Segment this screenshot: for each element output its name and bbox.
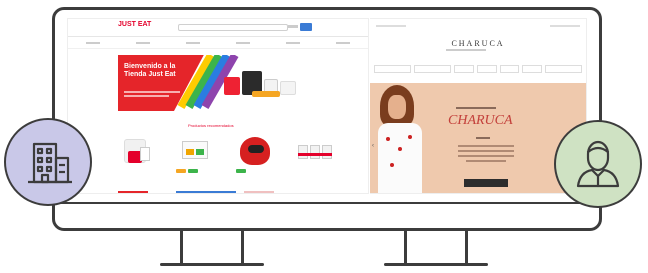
store-screen: JUST EAT Bienvenido a la Tienda Just Eat [67,18,369,194]
left-monitor-stand [180,231,244,265]
nav-item[interactable] [477,65,497,73]
nav-item[interactable] [336,41,350,44]
nav-item[interactable] [86,41,100,44]
hero-products-image [222,67,300,101]
store-logo[interactable]: JUST EAT [118,21,151,28]
product-card[interactable] [118,133,166,177]
nav-item[interactable] [186,41,200,44]
section-title: Productos recomendados [188,123,234,128]
brand-tagline [446,49,486,51]
product-card[interactable] [176,133,224,177]
right-monitor-foot [384,263,488,266]
store-header: JUST EAT [68,19,368,37]
product-grid [118,133,358,183]
nav-item[interactable] [454,65,474,73]
store-hero-banner[interactable]: Bienvenido a la Tienda Just Eat [118,55,306,111]
office-building-icon [28,142,72,184]
hero-script-title: CHARUCA [448,113,513,128]
right-monitor-stand [404,231,468,265]
hero-meta [476,137,490,139]
hero-subtitle-lines [124,91,180,97]
nav-item[interactable] [544,65,582,73]
nav-item[interactable] [499,65,520,73]
hero-kicker [456,107,496,109]
header-link[interactable] [288,25,298,28]
nav-item[interactable] [522,65,542,73]
nav-item[interactable] [414,65,452,73]
left-monitor-foot [160,263,264,266]
product-card[interactable] [236,133,284,177]
carousel-prev-icon[interactable]: ‹ [372,143,374,149]
monitor-chin [55,202,379,228]
store-search-input[interactable] [178,24,288,31]
business-circle [4,118,92,206]
left-monitor: JUST EAT Bienvenido a la Tienda Just Eat [52,7,382,231]
nav-item[interactable] [136,41,150,44]
nav-item[interactable] [286,41,300,44]
product-card[interactable] [294,133,342,177]
nav-item[interactable] [374,65,412,73]
hero-title: Bienvenido a la Tienda Just Eat [124,63,176,78]
store-nav [68,37,368,49]
store-search-button[interactable] [300,23,312,31]
fashion-nav [370,65,586,75]
user-icon [576,140,620,188]
model-photo [374,83,430,193]
fashion-brand-logo[interactable]: CHARUCA [370,39,586,48]
customer-circle [554,120,642,208]
hero-cta-button[interactable] [464,179,508,187]
nav-item[interactable] [236,41,250,44]
hero-body-text [458,145,514,162]
